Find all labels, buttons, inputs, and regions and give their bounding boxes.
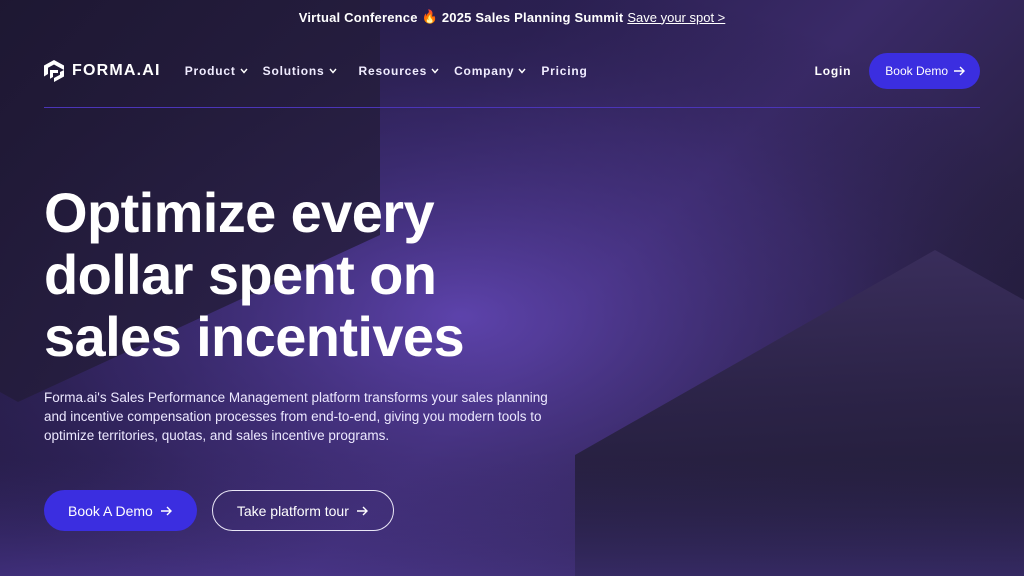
- menu-item-label: Resources: [358, 64, 428, 78]
- chevron-down-icon: [518, 68, 526, 74]
- forma-logo-icon: [44, 60, 64, 82]
- arrow-right-icon: [954, 66, 965, 76]
- menu-item-label: Product: [184, 64, 236, 78]
- menu-item-pricing[interactable]: Pricing: [541, 64, 587, 78]
- page: Virtual Conference 🔥 2025 Sales Planning…: [0, 0, 1024, 576]
- book-demo-label: Book Demo: [885, 64, 948, 78]
- menu-item-company[interactable]: Company: [454, 64, 526, 78]
- book-demo-button[interactable]: Book Demo: [869, 53, 980, 89]
- announcement-bar: Virtual Conference 🔥 2025 Sales Planning…: [0, 0, 1024, 34]
- menu-item-product[interactable]: Product: [185, 64, 248, 78]
- hero-cta-row: Book A Demo Take platform tour: [44, 490, 394, 531]
- hero-description: Forma.ai's Sales Performance Management …: [44, 390, 548, 443]
- chevron-down-icon: [240, 68, 248, 74]
- announcement-text-end: 2025 Sales Planning Summit: [441, 9, 624, 25]
- hero-section: Optimize every dollar spent on sales inc…: [44, 182, 604, 445]
- take-platform-tour-label: Take platform tour: [236, 502, 349, 519]
- take-platform-tour-button[interactable]: Take platform tour: [211, 490, 394, 531]
- nav-divider: [44, 107, 980, 108]
- menu-item-solutions[interactable]: Solutions: [263, 64, 337, 78]
- chevron-down-icon: [328, 68, 337, 74]
- hero-headline: Optimize every dollar spent on sales inc…: [44, 181, 465, 368]
- menu-item-label: Pricing: [541, 64, 588, 78]
- fire-icon: 🔥: [421, 9, 438, 24]
- menu-item-resources[interactable]: Resources: [359, 64, 440, 78]
- brand-name: FORMA.AI: [72, 62, 161, 79]
- save-your-spot-link[interactable]: Save your spot >: [627, 10, 725, 25]
- chevron-down-icon: [431, 68, 439, 74]
- top-nav: FORMA.AI Product Solutions Resources Com…: [44, 52, 980, 90]
- main-menu: Product Solutions Resources Company Pric…: [185, 64, 603, 78]
- announcement-text-start: Virtual Conference: [298, 9, 418, 25]
- menu-item-label: Company: [454, 64, 515, 78]
- menu-item-label: Solutions: [262, 64, 325, 78]
- nav-actions: Login Book Demo: [815, 53, 980, 89]
- book-a-demo-label: Book A Demo: [68, 502, 153, 519]
- book-a-demo-button[interactable]: Book A Demo: [44, 490, 197, 531]
- arrow-right-icon: [356, 506, 368, 515]
- arrow-right-icon: [160, 506, 172, 515]
- brand-logo[interactable]: FORMA.AI: [44, 60, 161, 82]
- login-link[interactable]: Login: [815, 64, 852, 78]
